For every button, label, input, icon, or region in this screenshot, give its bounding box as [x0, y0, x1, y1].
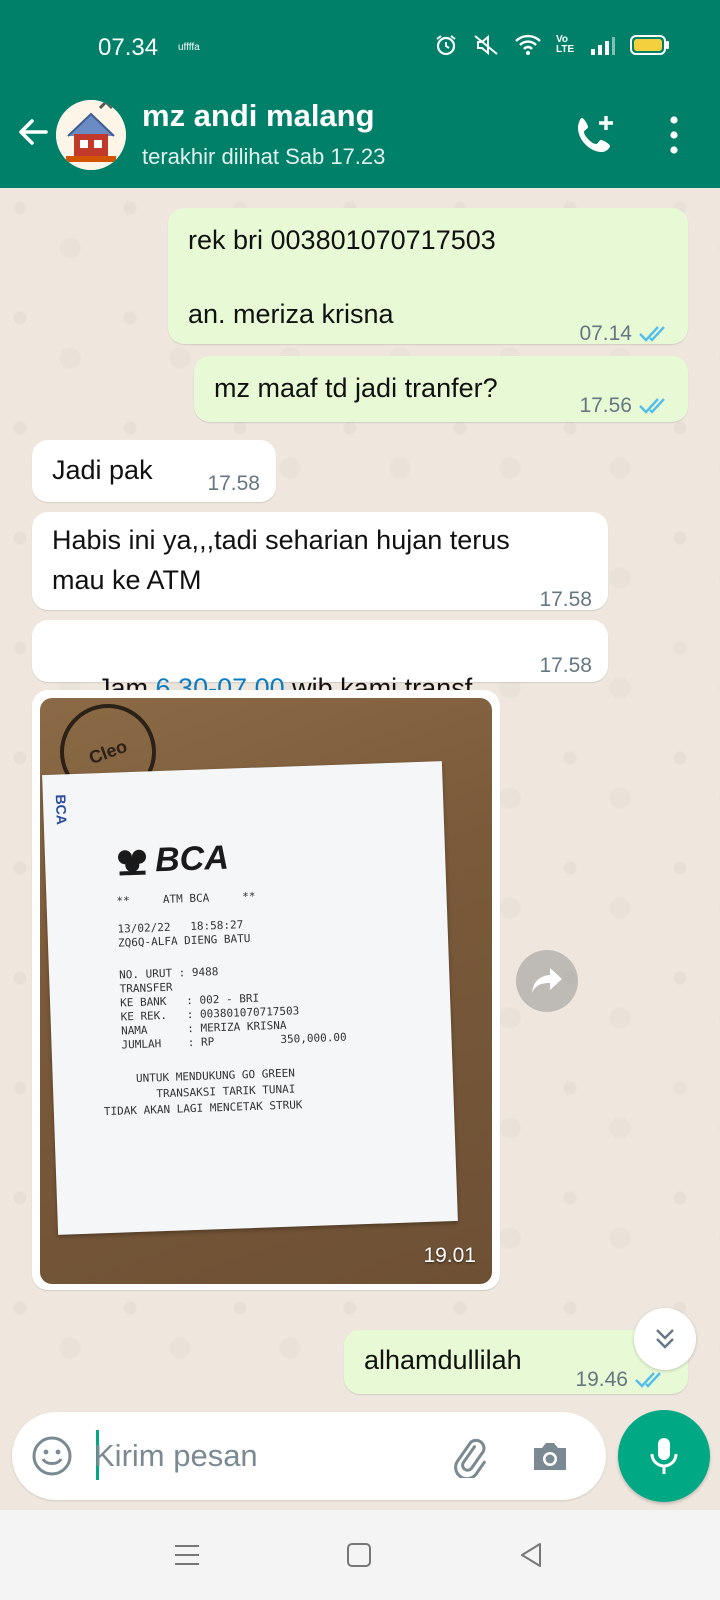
chat-header: 07.34 uffffa Vo LTE mz andi malang terak…: [0, 0, 720, 188]
message-meta: 17.56: [579, 386, 672, 426]
message-time: 17.58: [207, 472, 260, 495]
battery-icon: [630, 35, 669, 55]
chat-area[interactable]: rek bri 003801070717503 an. meriza krisn…: [0, 188, 720, 1410]
wifi-icon: [515, 34, 541, 55]
menu-lines-icon: [175, 1545, 199, 1565]
contact-avatar[interactable]: [56, 100, 126, 170]
message-outgoing[interactable]: rek bri 003801070717503 an. meriza krisn…: [168, 208, 688, 345]
message-composer: [12, 1412, 606, 1500]
read-ticks-icon: [639, 326, 665, 342]
message-meta: 17.58: [539, 646, 592, 686]
scroll-to-bottom-button[interactable]: [634, 1308, 696, 1370]
message-text: alhamdullilah: [364, 1345, 522, 1375]
add-call-button[interactable]: [570, 110, 620, 160]
read-ticks-icon: [635, 1372, 661, 1388]
triangle-back-icon: [521, 1543, 541, 1567]
app-bar: mz andi malang terakhir dilihat Sab 17.2…: [0, 90, 720, 188]
emoji-button[interactable]: [30, 1434, 74, 1478]
house-avatar-icon: [56, 100, 126, 170]
message-text-line: rek bri 003801070717503: [188, 225, 496, 255]
bca-logo: BCA: [114, 839, 229, 882]
back-arrow-icon: [19, 119, 48, 145]
message-image[interactable]: Cleo BCA BCA ** ATM BCA ** 13/02/22 18:5…: [32, 690, 500, 1290]
microphone-icon: [650, 1438, 678, 1474]
atm-receipt: BCA BCA ** ATM BCA ** 13/02/22 18:58:27 …: [42, 761, 458, 1235]
status-time: 07.34: [98, 34, 159, 61]
back-button[interactable]: [12, 110, 56, 154]
status-bar: 07.34 uffffa Vo LTE: [0, 0, 720, 90]
alarm-icon: [436, 35, 456, 56]
message-outgoing[interactable]: mz maaf td jadi tranfer? 17.56: [194, 356, 688, 422]
more-options-button[interactable]: [654, 112, 694, 158]
message-text-line: Habis ini ya,,,tadi seharian hujan terus: [52, 525, 510, 555]
status-mini-label: uffffa: [178, 42, 200, 53]
receipt-row: TRANSFER: [119, 980, 173, 996]
receipt-row: NO. URUT : 9488: [118, 965, 219, 982]
message-meta: 17.58: [539, 580, 592, 620]
paperclip-icon: [454, 1438, 486, 1481]
last-seen-status: terakhir dilihat Sab 17.23: [142, 144, 386, 169]
system-nav-bar: [0, 1510, 720, 1600]
message-meta: 17.58: [207, 464, 260, 504]
message-meta: 07.14: [579, 314, 672, 354]
receipt-footer: TIDAK AKAN LAGI MENCETAK STRUK: [103, 1098, 303, 1119]
volte-label: Vo LTE: [556, 34, 575, 55]
forward-button[interactable]: [516, 950, 578, 1012]
back-nav-button[interactable]: [506, 1530, 556, 1580]
double-chevron-down-icon: [656, 1329, 674, 1349]
message-text-line: an. meriza krisna: [188, 299, 394, 329]
message-text: mz maaf td jadi tranfer?: [214, 373, 498, 403]
recent-apps-button[interactable]: [162, 1530, 212, 1580]
add-call-icon: [578, 116, 613, 152]
message-time: 17.56: [579, 394, 632, 417]
message-incoming[interactable]: Habis ini ya,,,tadi seharian hujan terus…: [32, 512, 608, 611]
more-vertical-icon: [670, 116, 678, 154]
camera-icon: [534, 1443, 566, 1470]
voice-message-button[interactable]: [618, 1410, 710, 1502]
message-time: 17.58: [539, 588, 592, 611]
bca-emblem-icon: [117, 849, 146, 875]
receipt-brand: BCA: [154, 838, 230, 880]
message-incoming[interactable]: Jadi pak 17.58: [32, 440, 276, 502]
contact-name[interactable]: mz andi malang: [142, 98, 375, 134]
camera-button[interactable]: [528, 1434, 572, 1478]
home-button[interactable]: [334, 1530, 384, 1580]
receipt-side-brand: BCA: [52, 794, 70, 826]
message-input[interactable]: [94, 1430, 434, 1482]
message-time: 07.14: [579, 322, 632, 345]
read-ticks-icon: [639, 398, 665, 414]
status-icons: Vo LTE: [434, 33, 670, 57]
square-home-icon: [347, 1543, 371, 1567]
message-incoming[interactable]: Jam 6.30-07.00 wib kami transf 17.58: [32, 620, 608, 703]
message-text: Jadi pak: [52, 455, 153, 485]
message-time: 19.46: [575, 1368, 628, 1391]
receipt-header: ** ATM BCA **: [116, 889, 256, 908]
signal-icon: [591, 37, 615, 55]
message-time: 19.01: [423, 1244, 476, 1267]
attach-button[interactable]: [446, 1434, 490, 1481]
message-time: 17.58: [539, 654, 592, 677]
mute-icon: [474, 34, 498, 56]
emoji-icon: [32, 1436, 72, 1476]
forward-icon: [532, 968, 562, 993]
message-text-line: mau ke ATM: [52, 565, 202, 595]
receipt-photo[interactable]: Cleo BCA BCA ** ATM BCA ** 13/02/22 18:5…: [40, 698, 492, 1284]
